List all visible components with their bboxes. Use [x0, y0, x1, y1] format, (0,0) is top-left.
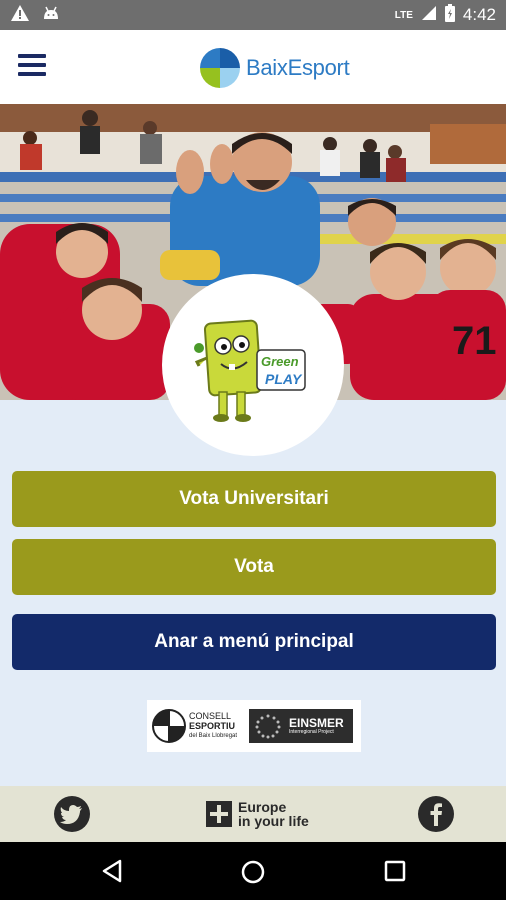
hamburger-menu-icon[interactable] — [18, 54, 46, 76]
back-icon[interactable] — [100, 859, 124, 888]
network-type: LTE — [394, 9, 413, 21]
europe-in-your-life-logo: Europe in your life — [206, 800, 309, 828]
twitter-icon[interactable] — [54, 796, 90, 832]
warning-icon — [10, 4, 30, 27]
consell-line2: ESPORTIU — [189, 721, 236, 731]
vote-university-button[interactable]: Vota Universitari — [12, 471, 496, 527]
footer: Europe in your life — [0, 786, 506, 842]
logo-text: BaixEsport — [246, 55, 350, 80]
consell-logo-icon — [152, 709, 186, 743]
einsmer-logo: EINSMER Interregional Project — [249, 709, 353, 743]
eu-stars-icon — [251, 711, 285, 741]
green-play-line2: PLAY — [265, 371, 303, 387]
consell-line3: del Baix Llobregat — [189, 733, 238, 739]
android-icon — [42, 5, 60, 26]
navigation-bar — [0, 842, 506, 900]
europe-line1: Europe — [238, 799, 287, 815]
partner-logos: CONSELL ESPORTIU del Baix Llobregat EINS… — [147, 700, 361, 752]
einsmer-name: EINSMER — [289, 716, 344, 730]
baixesport-logo-icon — [200, 48, 240, 88]
battery-icon — [444, 3, 455, 27]
main-menu-button[interactable]: Anar a menú principal — [12, 614, 496, 670]
recent-apps-icon[interactable] — [384, 860, 406, 887]
app-bar: BaixEsport — [0, 30, 506, 104]
home-icon[interactable] — [240, 859, 266, 890]
signal-icon — [421, 5, 437, 26]
green-play-line1: Green — [261, 354, 299, 369]
green-play-badge: Green PLAY — [162, 274, 344, 456]
app-logo: BaixEsport — [198, 46, 350, 90]
status-bar: LTE 4:42 — [0, 0, 506, 30]
europe-icon — [206, 801, 232, 827]
consell-line1: CONSELL — [189, 711, 232, 721]
europe-line2: in your life — [238, 813, 309, 829]
clock: 4:42 — [462, 5, 496, 24]
consell-esportiu-logo: CONSELL ESPORTIU del Baix Llobregat — [147, 700, 245, 752]
vote-button[interactable]: Vota — [12, 539, 496, 595]
facebook-icon[interactable] — [418, 796, 454, 832]
svg-text:71: 71 — [452, 319, 497, 363]
